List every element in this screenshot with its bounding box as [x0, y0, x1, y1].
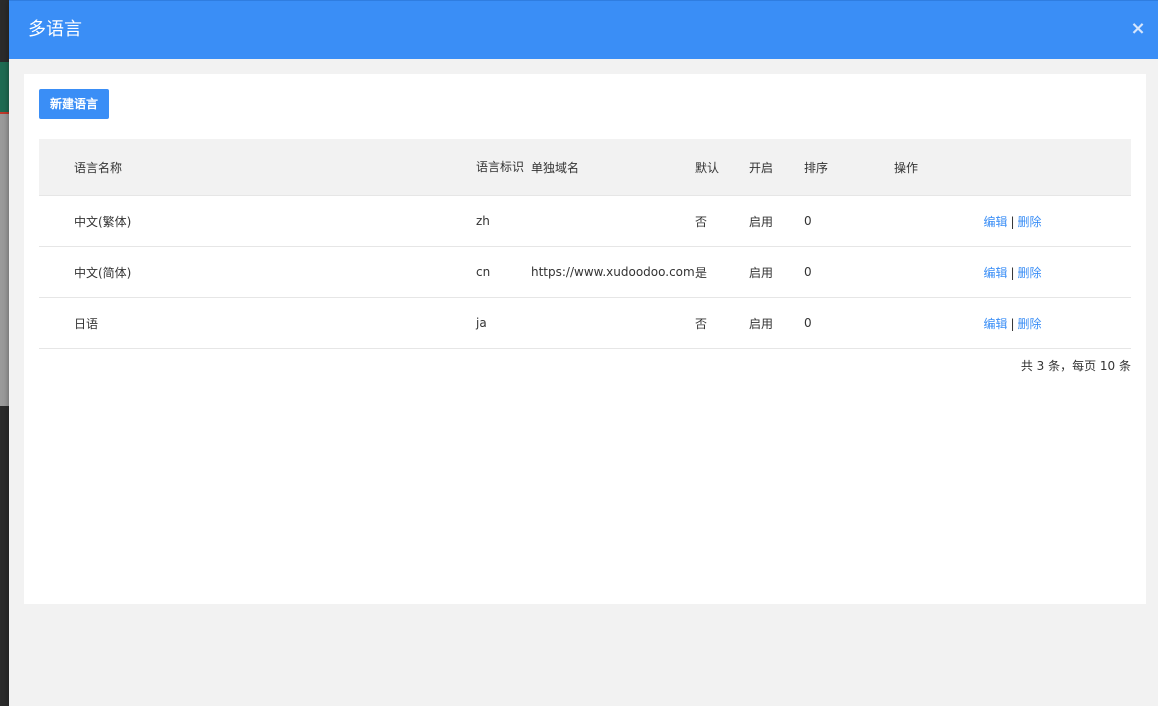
cell-actions: 编辑 | 删除 — [894, 246, 1131, 298]
table-row: 中文(简体) cn https://www.xudoodoo.com 是 启用 … — [39, 246, 1131, 298]
delete-link[interactable]: 删除 — [1018, 215, 1042, 229]
modal-title: 多语言 — [28, 19, 82, 40]
modal-header: 多语言 × — [9, 0, 1158, 59]
column-header-code-label: 语言标识 — [476, 160, 525, 174]
table-row: 中文(繁体) zh 否 启用 0 编辑 | 删除 — [39, 195, 1131, 247]
cell-sort: 0 — [804, 246, 894, 298]
column-header-name: 语言名称 — [74, 139, 476, 196]
cell-domain — [531, 297, 695, 349]
edit-link[interactable]: 编辑 — [983, 266, 1007, 280]
content-panel: 新建语言 语言名称 语言标识 单独域名 默认 开启 排序 操作 中文(繁体) z… — [24, 74, 1146, 604]
new-language-button[interactable]: 新建语言 — [39, 89, 109, 119]
delete-link[interactable]: 删除 — [1018, 317, 1042, 331]
cell-sort: 0 — [804, 195, 894, 247]
action-separator: | — [1010, 265, 1015, 280]
cell-code: zh — [476, 195, 531, 247]
cell-enabled: 启用 — [749, 297, 804, 349]
close-icon[interactable]: × — [1130, 19, 1146, 39]
cell-default: 否 — [695, 297, 749, 349]
cell-name: 日语 — [74, 297, 476, 349]
language-modal: 多语言 × 新建语言 语言名称 语言标识 单独域名 默认 开启 排序 操作 中文… — [9, 0, 1158, 706]
table-row: 日语 ja 否 启用 0 编辑 | 删除 — [39, 297, 1131, 349]
row-spacer — [39, 246, 74, 298]
cell-actions: 编辑 | 删除 — [894, 297, 1131, 349]
row-spacer — [39, 297, 74, 349]
action-separator: | — [1010, 316, 1015, 331]
row-spacer — [39, 195, 74, 247]
header-spacer — [39, 139, 74, 196]
action-separator: | — [1010, 214, 1015, 229]
cell-actions: 编辑 | 删除 — [894, 195, 1131, 247]
cell-sort: 0 — [804, 297, 894, 349]
cell-default: 否 — [695, 195, 749, 247]
column-header-default: 默认 — [695, 139, 749, 196]
cell-enabled: 启用 — [749, 195, 804, 247]
cell-default: 是 — [695, 246, 749, 298]
delete-link[interactable]: 删除 — [1018, 266, 1042, 280]
column-header-sort: 排序 — [804, 139, 894, 196]
cell-enabled: 启用 — [749, 246, 804, 298]
pagination-summary: 共 3 条，每页 10 条 — [1020, 359, 1131, 373]
column-header-domain: 单独域名 — [531, 139, 695, 196]
language-table: 语言名称 语言标识 单独域名 默认 开启 排序 操作 中文(繁体) zh 否 启… — [39, 139, 1131, 349]
cell-name: 中文(简体) — [74, 246, 476, 298]
column-header-actions: 操作 — [894, 139, 1131, 196]
table-header: 语言名称 语言标识 单独域名 默认 开启 排序 操作 — [39, 139, 1131, 196]
cell-name: 中文(繁体) — [74, 195, 476, 247]
column-header-code: 语言标识 — [476, 139, 531, 196]
table-body: 中文(繁体) zh 否 启用 0 编辑 | 删除 中文(简体) cn https:/… — [39, 195, 1131, 349]
edit-link[interactable]: 编辑 — [983, 317, 1007, 331]
cell-code: cn — [476, 246, 531, 298]
cell-code: ja — [476, 297, 531, 349]
column-header-enabled: 开启 — [749, 139, 804, 196]
cell-domain — [531, 195, 695, 247]
cell-domain: https://www.xudoodoo.com — [531, 246, 695, 298]
edit-link[interactable]: 编辑 — [983, 215, 1007, 229]
